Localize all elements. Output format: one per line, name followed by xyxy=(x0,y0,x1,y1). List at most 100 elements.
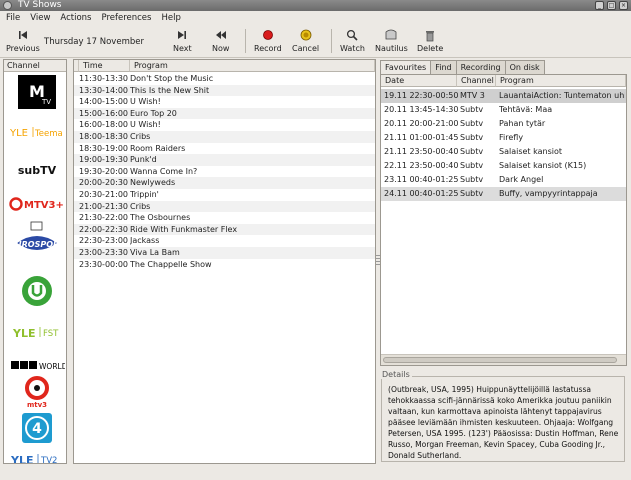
close-button[interactable]: × xyxy=(619,1,628,10)
favourite-date: 19.11 22:30-00:50 xyxy=(384,91,458,100)
schedule-row[interactable]: 21:30-22:00 The Osbournes xyxy=(74,212,375,224)
favourites-row[interactable]: 19.11 22:30-00:50 MTV 3 LauantaiAction: Tu… xyxy=(381,89,626,103)
schedule-row[interactable]: 18:00-18:30 Cribs xyxy=(74,131,375,143)
schedule-header-program[interactable]: Program xyxy=(130,60,375,72)
favourite-channel: MTV 3 xyxy=(460,91,485,100)
schedule-row[interactable]: 15:00-16:00 Euro Top 20 xyxy=(74,107,375,120)
schedule-program: U Wish! xyxy=(130,120,161,130)
channel-logo-mtv3-plus[interactable]: MTV3+ xyxy=(9,187,65,221)
next-button[interactable]: Next xyxy=(173,28,192,53)
schedule-program: Euro Top 20 xyxy=(130,108,177,118)
svg-text:Teema: Teema xyxy=(34,129,63,139)
nautilus-button[interactable]: Nautilus xyxy=(375,28,408,53)
favourite-program: Pahan tytär xyxy=(499,119,546,128)
tab-recording[interactable]: Recording xyxy=(455,60,506,74)
schedule-time: 20:30-21:00 xyxy=(79,190,128,199)
schedule-program: Newlyweds xyxy=(130,178,176,188)
favourite-date: 24.11 00:40-01:25 xyxy=(384,189,458,198)
schedule-row[interactable]: 18:30-19:00 Room Raiders xyxy=(74,143,375,155)
schedule-row[interactable]: 20:00-20:30 Newlyweds xyxy=(74,177,375,189)
favourites-row[interactable]: 20.11 20:00-21:00 Subtv Pahan tytär xyxy=(381,117,626,131)
schedule-time: 22:00-22:30 xyxy=(79,224,128,234)
schedule-program: Jackass xyxy=(130,236,160,246)
channel-logo-green-circle[interactable] xyxy=(9,269,65,313)
favourites-row[interactable]: 23.11 00:40-01:25 Subtv Dark Angel xyxy=(381,173,626,187)
favourites-header-date[interactable]: Date xyxy=(381,75,457,87)
schedule-row[interactable]: 22:30-23:00 Jackass xyxy=(74,235,375,247)
now-button[interactable]: Now xyxy=(212,28,229,53)
favourite-date: 21.11 01:00-01:45 xyxy=(384,133,458,142)
delete-button[interactable]: Delete xyxy=(417,28,443,53)
channel-logo-subtv[interactable]: subTV xyxy=(9,153,65,187)
favourites-header-channel[interactable]: Channel xyxy=(457,75,496,87)
channel-logo-mtv3[interactable]: mtv3 xyxy=(9,372,65,412)
now-label: Now xyxy=(212,44,230,53)
favourite-date: 20.11 13:45-14:30 xyxy=(384,105,458,114)
menu-actions[interactable]: Actions xyxy=(60,13,91,23)
channel-logo-eurosport[interactable]: EUROSPORT xyxy=(9,220,65,266)
favourites-panel: Date Channel Program 19.11 22:30-00:50 MT… xyxy=(380,74,627,366)
schedule-row[interactable]: 19:00-19:30 Punk'd xyxy=(74,154,375,166)
app-icon xyxy=(3,1,12,10)
favourites-row[interactable]: 21.11 23:50-00:40 Subtv Salaiset kansiot xyxy=(381,145,626,159)
record-button[interactable]: Record xyxy=(254,28,282,53)
maximize-button[interactable]: □ xyxy=(607,1,616,10)
delete-label: Delete xyxy=(417,44,444,53)
scrollbar-thumb[interactable] xyxy=(383,357,617,363)
menu-preferences[interactable]: Preferences xyxy=(101,13,151,23)
schedule-program: This Is the New Shit xyxy=(130,85,210,95)
favourites-row[interactable]: 24.11 00:40-01:25 Subtv Buffy, vampyyrinta… xyxy=(381,187,626,201)
channel-logo-yle-fst[interactable]: YLE FST xyxy=(9,315,65,349)
favourites-horizontal-scrollbar[interactable] xyxy=(381,354,626,365)
schedule-header-time[interactable]: Time xyxy=(79,60,130,72)
schedule-row[interactable]: 19:30-20:00 Wanna Come In? xyxy=(74,166,375,178)
window-title: TV Shows xyxy=(18,0,62,10)
schedule-row[interactable]: 23:00-23:30 Viva La Bam xyxy=(74,247,375,259)
schedule-row[interactable]: 16:00-18:00 U Wish! xyxy=(74,119,375,131)
favourite-date: 22.11 23:50-00:40 xyxy=(384,161,458,170)
minimize-button[interactable]: _ xyxy=(595,1,604,10)
previous-button[interactable]: Previous xyxy=(6,28,40,53)
menu-file[interactable]: File xyxy=(6,13,20,23)
favourite-date: 23.11 00:40-01:25 xyxy=(384,175,458,184)
schedule-program: The Chappelle Show xyxy=(130,259,212,269)
schedule-row[interactable]: 22:00-22:30 Ride With Funkmaster Flex xyxy=(74,223,375,236)
schedule-row[interactable]: 23:30-00:00 The Chappelle Show xyxy=(74,259,375,271)
schedule-time: 15:00-16:00 xyxy=(79,108,128,118)
schedule-program: Room Raiders xyxy=(130,143,186,153)
channel-logo-nelonen[interactable]: 4 xyxy=(9,408,65,448)
watch-button[interactable]: Watch xyxy=(340,28,365,53)
magnifier-icon xyxy=(345,28,359,42)
favourites-row[interactable]: 21.11 01:00-01:45 Subtv Firefly xyxy=(381,131,626,145)
current-date: Thursday 17 November xyxy=(44,37,144,47)
favourite-channel: Subtv xyxy=(460,161,484,170)
schedule-program: Wanna Come In? xyxy=(130,166,198,176)
channel-header[interactable]: Channel xyxy=(4,60,66,72)
channel-logo-yle-tv2[interactable]: YLE TV2 xyxy=(9,449,65,463)
favourites-row[interactable]: 20.11 13:45-14:30 Subtv Tehtävä: Maa xyxy=(381,103,626,117)
schedule-program: Punk'd xyxy=(130,155,157,165)
rewind-icon xyxy=(214,28,228,42)
skip-forward-icon xyxy=(175,28,189,42)
favourites-row[interactable]: 22.11 23:50-00:40 Subtv Salaiset kansiot (… xyxy=(381,159,626,173)
menu-view[interactable]: View xyxy=(30,13,50,23)
favourites-header-program[interactable]: Program xyxy=(496,75,626,87)
schedule-row[interactable]: 20:30-21:00 Trippin' xyxy=(74,189,375,201)
menu-help[interactable]: Help xyxy=(161,13,180,23)
tab-on-disk[interactable]: On disk xyxy=(504,60,545,74)
tab-find[interactable]: Find xyxy=(430,60,457,74)
channel-logo-mtv[interactable]: M TV xyxy=(9,74,65,110)
schedule-time: 11:30-13:30 xyxy=(79,74,128,83)
schedule-row[interactable]: 13:30-14:00 This Is the New Shit xyxy=(74,84,375,97)
svg-text:YLE: YLE xyxy=(12,327,36,339)
cancel-button[interactable]: Cancel xyxy=(292,28,319,53)
favourite-date: 21.11 23:50-00:40 xyxy=(384,147,458,156)
toolbar-separator xyxy=(331,29,332,53)
svg-text:MTV3+: MTV3+ xyxy=(24,200,64,211)
tab-favourites[interactable]: Favourites xyxy=(380,60,432,74)
schedule-row[interactable]: 14:00-15:00 U Wish! xyxy=(74,96,375,108)
channel-logo-yle-teema[interactable]: YLE Teema xyxy=(9,114,65,150)
watch-label: Watch xyxy=(340,44,365,53)
schedule-row[interactable]: 21:00-21:30 Cribs xyxy=(74,200,375,213)
schedule-row[interactable]: 11:30-13:30 Don't Stop the Music xyxy=(74,73,375,85)
